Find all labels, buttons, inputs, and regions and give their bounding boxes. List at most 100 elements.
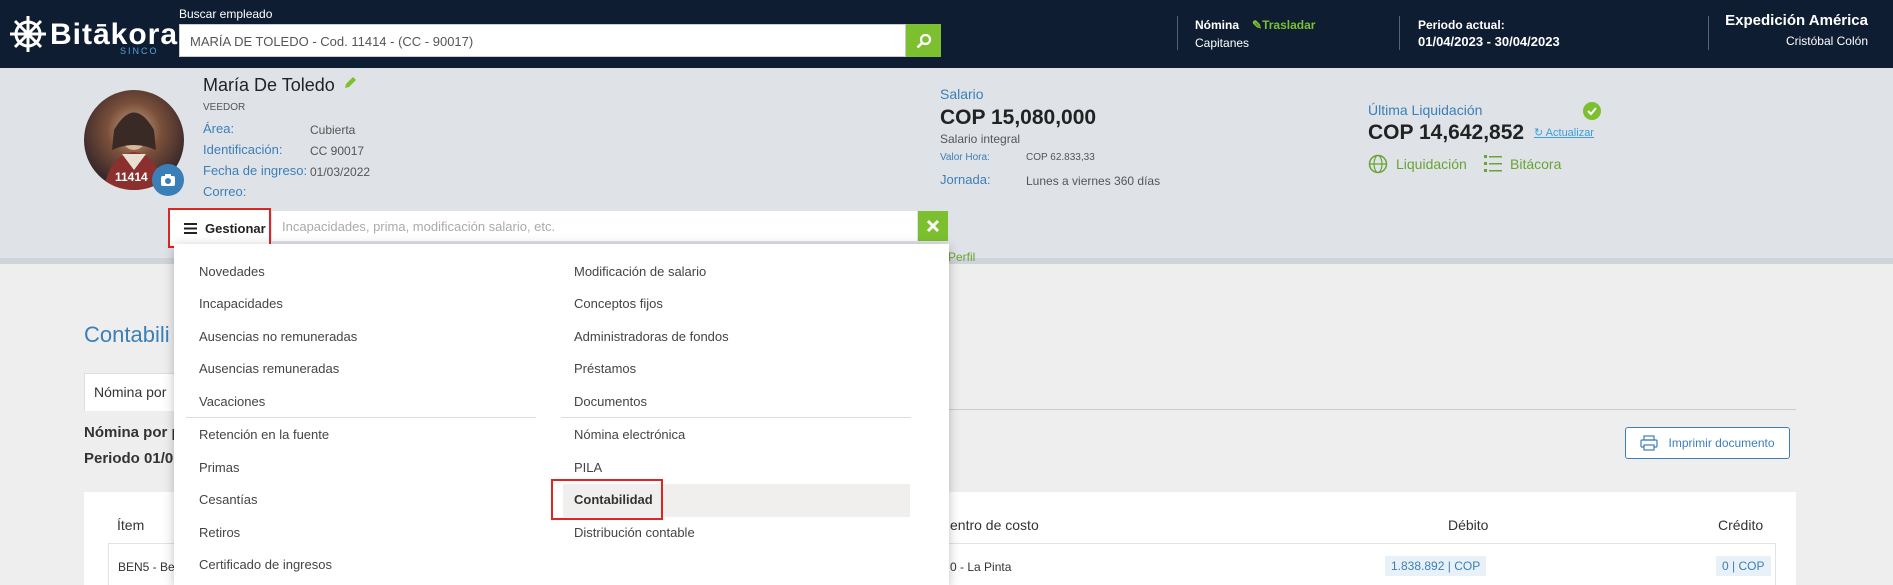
area-value: Cubierta <box>310 123 356 137</box>
employee-name: María De Toledo <box>203 75 335 95</box>
menu-item-incapacidades[interactable]: Incapacidades <box>199 296 283 311</box>
debit-currency: COP <box>1454 559 1481 573</box>
check-icon <box>1583 102 1601 120</box>
divider <box>1399 16 1400 50</box>
menu-item-administradoras-fondos[interactable]: Administradoras de fondos <box>574 329 729 344</box>
menu-item-ausencias-no-remuneradas[interactable]: Ausencias no remuneradas <box>199 329 357 344</box>
refresh-label: Actualizar <box>1545 127 1594 139</box>
menu-item-prestamos[interactable]: Préstamos <box>574 361 636 376</box>
menu-item-retiros[interactable]: Retiros <box>199 525 240 540</box>
gestionar-button[interactable]: Gestionar <box>168 208 271 248</box>
logo-text: Bitākora <box>50 18 179 51</box>
pencil-icon: ✎ <box>1252 18 1263 32</box>
app-logo[interactable]: Bitākora SINCO <box>8 14 177 56</box>
identification-label: Identificación: <box>203 142 283 157</box>
page-title: Contabili <box>84 322 170 347</box>
hourly-rate-label: Valor Hora: <box>940 152 990 163</box>
menu-divider <box>561 417 911 418</box>
perfil-tab[interactable]: Perfil <box>948 250 975 264</box>
menu-item-conceptos-fijos[interactable]: Conceptos fijos <box>574 296 663 311</box>
menu-item-modificacion-salario[interactable]: Modificación de salario <box>574 264 706 279</box>
pencil-icon <box>345 77 356 88</box>
nomina-label: Nómina <box>1195 18 1240 32</box>
print-document-label: Imprimir documento <box>1668 436 1775 450</box>
print-document-button[interactable]: Imprimir documento <box>1625 427 1790 459</box>
workday-label: Jornada: <box>940 172 991 187</box>
last-liquidation-label: Última Liquidación <box>1368 102 1483 118</box>
credit-amount: 0 <box>1722 559 1729 573</box>
identification-value: CC 90017 <box>310 144 365 158</box>
row-debit: 1.838.892 | COP <box>1385 556 1487 576</box>
document-period: Periodo 01/0 <box>84 450 174 467</box>
credit-currency: COP <box>1738 559 1765 573</box>
menu-item-cesantias[interactable]: Cesantías <box>199 492 258 507</box>
bitacora-link[interactable]: Bitácora <box>1484 154 1561 174</box>
menu-item-pila[interactable]: PILA <box>574 460 602 475</box>
row-cost-center: 0 - La Pinta <box>950 560 1012 574</box>
periodo-label: Periodo actual: <box>1418 18 1505 32</box>
search-button[interactable] <box>906 24 941 57</box>
company-name[interactable]: Expedición América <box>1725 12 1868 29</box>
menu-item-contabilidad[interactable]: Contabilidad <box>574 492 653 507</box>
menu-item-documentos[interactable]: Documentos <box>574 394 647 409</box>
logo-subtext: SINCO <box>120 46 159 56</box>
menu-item-distribucion-contable[interactable]: Distribución contable <box>574 525 695 540</box>
salary-value: COP 15,080,000 <box>940 106 1097 129</box>
employee-code: 11414 <box>115 170 148 184</box>
refresh-icon: ↻ <box>1534 127 1546 139</box>
row-credit: 0 | COP <box>1716 556 1771 576</box>
menu-item-primas[interactable]: Primas <box>199 460 239 475</box>
gestionar-dropdown-menu <box>174 244 949 585</box>
column-header-debit: Débito <box>1448 517 1489 533</box>
salary-label: Salario <box>940 86 984 102</box>
menu-item-retencion[interactable]: Retención en la fuente <box>199 427 329 442</box>
last-liquidation-value: COP 14,642,852 <box>1368 121 1525 144</box>
liquidacion-link[interactable]: Liquidación <box>1368 154 1467 174</box>
salary-type: Salario integral <box>940 132 1021 146</box>
column-header-cost-center: entro de costo <box>950 517 1039 533</box>
menu-item-ausencias-remuneradas[interactable]: Ausencias remuneradas <box>199 361 339 376</box>
liquidacion-label: Liquidación <box>1396 156 1467 172</box>
gestionar-label: Gestionar <box>205 220 266 236</box>
menu-item-certificado-ingresos[interactable]: Certificado de ingresos <box>199 557 332 572</box>
gestionar-search-input[interactable]: Incapacidades, prima, modificación salar… <box>272 211 917 241</box>
top-bar: Bitākora SINCO Buscar empleado MARÍA DE … <box>0 0 1893 68</box>
menu-divider <box>186 417 536 418</box>
hamburger-menu-icon <box>184 222 197 234</box>
nomina-value: Capitanes <box>1195 36 1250 50</box>
debit-amount: 1.838.892 <box>1391 559 1445 573</box>
close-menu-button[interactable] <box>918 211 948 241</box>
document-heading: Nómina por p <box>84 424 181 441</box>
area-label: Área: <box>203 121 235 136</box>
menu-item-nomina-electronica[interactable]: Nómina electrónica <box>574 427 685 442</box>
periodo-value: 01/04/2023 - 30/04/2023 <box>1418 34 1560 49</box>
search-icon <box>916 33 931 48</box>
printer-icon <box>1640 435 1659 451</box>
divider <box>1177 16 1178 50</box>
hire-date-value: 01/03/2022 <box>310 165 371 179</box>
column-header-item: Ítem <box>117 517 145 533</box>
employee-role: VEEDOR <box>203 102 246 113</box>
hire-date-label: Fecha de ingreso: <box>203 163 308 178</box>
edit-name-button[interactable] <box>343 76 357 95</box>
email-label: Correo: <box>203 184 247 199</box>
column-header-credit: Crédito <box>1718 517 1764 533</box>
trasladar-link[interactable]: ✎Trasladar <box>1252 18 1315 32</box>
trasladar-label: Trasladar <box>1262 18 1316 32</box>
workday-value: Lunes a viernes 360 días <box>1026 174 1161 188</box>
divider <box>1708 16 1709 50</box>
globe-icon <box>1368 154 1388 174</box>
ship-wheel-icon <box>10 16 46 52</box>
bitacora-label: Bitácora <box>1510 156 1562 172</box>
change-photo-button[interactable] <box>152 164 184 196</box>
hourly-rate-value: COP 62.833,33 <box>1026 152 1095 163</box>
close-icon <box>926 219 940 233</box>
search-label: Buscar empleado <box>179 7 273 21</box>
menu-item-vacaciones[interactable]: Vacaciones <box>199 394 265 409</box>
list-icon <box>1484 155 1502 172</box>
menu-item-novedades[interactable]: Novedades <box>199 264 265 279</box>
refresh-link[interactable]: ↻ Actualizar <box>1534 126 1594 139</box>
user-name[interactable]: Cristóbal Colón <box>1786 34 1868 48</box>
row-item: BEN5 - Be <box>118 560 175 574</box>
employee-search-input[interactable]: MARÍA DE TOLEDO - Cod. 11414 - (CC - 900… <box>179 24 906 57</box>
